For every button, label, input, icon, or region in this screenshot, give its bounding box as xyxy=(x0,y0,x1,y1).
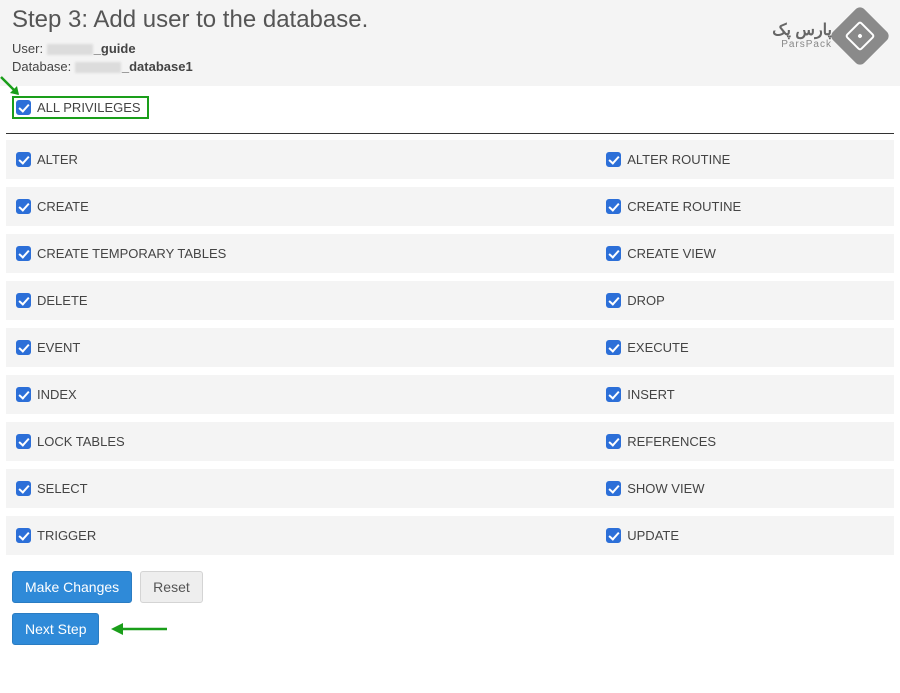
database-line: Database: _database1 xyxy=(12,58,888,76)
redacted-db-prefix xyxy=(75,62,121,73)
privilege-row: TRIGGER UPDATE xyxy=(6,516,894,563)
privilege-item[interactable]: INDEX xyxy=(16,387,606,402)
privilege-checkbox[interactable] xyxy=(606,246,621,261)
privilege-item[interactable]: TRIGGER xyxy=(16,528,606,543)
privilege-item[interactable]: LOCK TABLES xyxy=(16,434,606,449)
privilege-label: SELECT xyxy=(37,481,88,496)
privilege-label: SHOW VIEW xyxy=(627,481,704,496)
privilege-row: CREATE CREATE ROUTINE xyxy=(6,187,894,234)
privilege-item[interactable]: SHOW VIEW xyxy=(606,481,884,496)
privilege-label: INSERT xyxy=(627,387,674,402)
privilege-item[interactable]: ALTER xyxy=(16,152,606,167)
privilege-checkbox[interactable] xyxy=(16,152,31,167)
privilege-item[interactable]: CREATE ROUTINE xyxy=(606,199,884,214)
logo-badge-icon xyxy=(829,5,891,67)
privilege-row: CREATE TEMPORARY TABLES CREATE VIEW xyxy=(6,234,894,281)
privilege-checkbox[interactable] xyxy=(16,199,31,214)
privilege-label: UPDATE xyxy=(627,528,679,543)
privilege-item[interactable]: CREATE VIEW xyxy=(606,246,884,261)
user-label: User: xyxy=(12,41,47,56)
privilege-row: ALTER ALTER ROUTINE xyxy=(6,140,894,187)
privilege-row: EVENT EXECUTE xyxy=(6,328,894,375)
privilege-label: ALTER xyxy=(37,152,78,167)
privilege-label: REFERENCES xyxy=(627,434,716,449)
privilege-checkbox[interactable] xyxy=(16,246,31,261)
next-step-button[interactable]: Next Step xyxy=(12,613,99,645)
database-label: Database: xyxy=(12,59,75,74)
privilege-label: DELETE xyxy=(37,293,88,308)
annotation-arrow-next-icon xyxy=(109,619,169,639)
section-divider xyxy=(6,133,894,134)
privilege-row: LOCK TABLES REFERENCES xyxy=(6,422,894,469)
privilege-label: TRIGGER xyxy=(37,528,96,543)
privileges-table: ALTERALTER ROUTINECREATECREATE ROUTINECR… xyxy=(6,140,894,563)
privilege-item[interactable]: INSERT xyxy=(606,387,884,402)
privilege-item[interactable]: DROP xyxy=(606,293,884,308)
privilege-label: EXECUTE xyxy=(627,340,688,355)
all-privileges-label: ALL PRIVILEGES xyxy=(37,100,141,115)
page-title: Step 3: Add user to the database. xyxy=(12,6,888,34)
privilege-label: LOCK TABLES xyxy=(37,434,125,449)
logo-text-en: ParsPack xyxy=(781,39,832,50)
brand-logo: پارس پک ParsPack xyxy=(772,14,882,58)
privilege-checkbox[interactable] xyxy=(16,340,31,355)
privilege-item[interactable]: CREATE TEMPORARY TABLES xyxy=(16,246,606,261)
all-privileges-highlight[interactable]: ALL PRIVILEGES xyxy=(12,96,149,119)
privilege-checkbox[interactable] xyxy=(16,293,31,308)
privilege-checkbox[interactable] xyxy=(606,199,621,214)
privilege-row: INDEX INSERT xyxy=(6,375,894,422)
privilege-checkbox[interactable] xyxy=(606,152,621,167)
privilege-item[interactable]: ALTER ROUTINE xyxy=(606,152,884,167)
page-header: Step 3: Add user to the database. User: … xyxy=(0,0,900,86)
privilege-label: EVENT xyxy=(37,340,80,355)
content-area: ALL PRIVILEGES ALTERALTER ROUTINECREATEC… xyxy=(0,86,900,655)
database-suffix: _database1 xyxy=(122,59,193,74)
privilege-checkbox[interactable] xyxy=(16,434,31,449)
next-step-row: Next Step xyxy=(0,611,900,655)
privilege-label: CREATE VIEW xyxy=(627,246,716,261)
privilege-row: DELETE DROP xyxy=(6,281,894,328)
privilege-label: ALTER ROUTINE xyxy=(627,152,730,167)
privilege-label: CREATE xyxy=(37,199,89,214)
privilege-item[interactable]: REFERENCES xyxy=(606,434,884,449)
privilege-checkbox[interactable] xyxy=(16,387,31,402)
privilege-checkbox[interactable] xyxy=(606,434,621,449)
privilege-item[interactable]: DELETE xyxy=(16,293,606,308)
privilege-checkbox[interactable] xyxy=(606,481,621,496)
all-privileges-checkbox[interactable] xyxy=(16,100,31,115)
reset-button[interactable]: Reset xyxy=(140,571,203,603)
privilege-label: CREATE TEMPORARY TABLES xyxy=(37,246,226,261)
privilege-label: INDEX xyxy=(37,387,77,402)
user-suffix: _guide xyxy=(94,41,136,56)
privilege-row: SELECT SHOW VIEW xyxy=(6,469,894,516)
privilege-label: CREATE ROUTINE xyxy=(627,199,741,214)
make-changes-button[interactable]: Make Changes xyxy=(12,571,132,603)
all-privileges-section: ALL PRIVILEGES xyxy=(0,86,900,133)
privilege-item[interactable]: CREATE xyxy=(16,199,606,214)
privilege-checkbox[interactable] xyxy=(606,293,621,308)
privilege-item[interactable]: EVENT xyxy=(16,340,606,355)
privilege-checkbox[interactable] xyxy=(606,387,621,402)
privilege-label: DROP xyxy=(627,293,665,308)
logo-text-fa: پارس پک xyxy=(772,23,832,39)
privilege-item[interactable]: EXECUTE xyxy=(606,340,884,355)
privilege-item[interactable]: SELECT xyxy=(16,481,606,496)
privilege-checkbox[interactable] xyxy=(606,340,621,355)
action-button-row: Make Changes Reset xyxy=(0,563,900,611)
privilege-item[interactable]: UPDATE xyxy=(606,528,884,543)
privilege-checkbox[interactable] xyxy=(606,528,621,543)
privilege-checkbox[interactable] xyxy=(16,481,31,496)
redacted-user-prefix xyxy=(47,44,93,55)
user-line: User: _guide xyxy=(12,40,888,58)
privilege-checkbox[interactable] xyxy=(16,528,31,543)
